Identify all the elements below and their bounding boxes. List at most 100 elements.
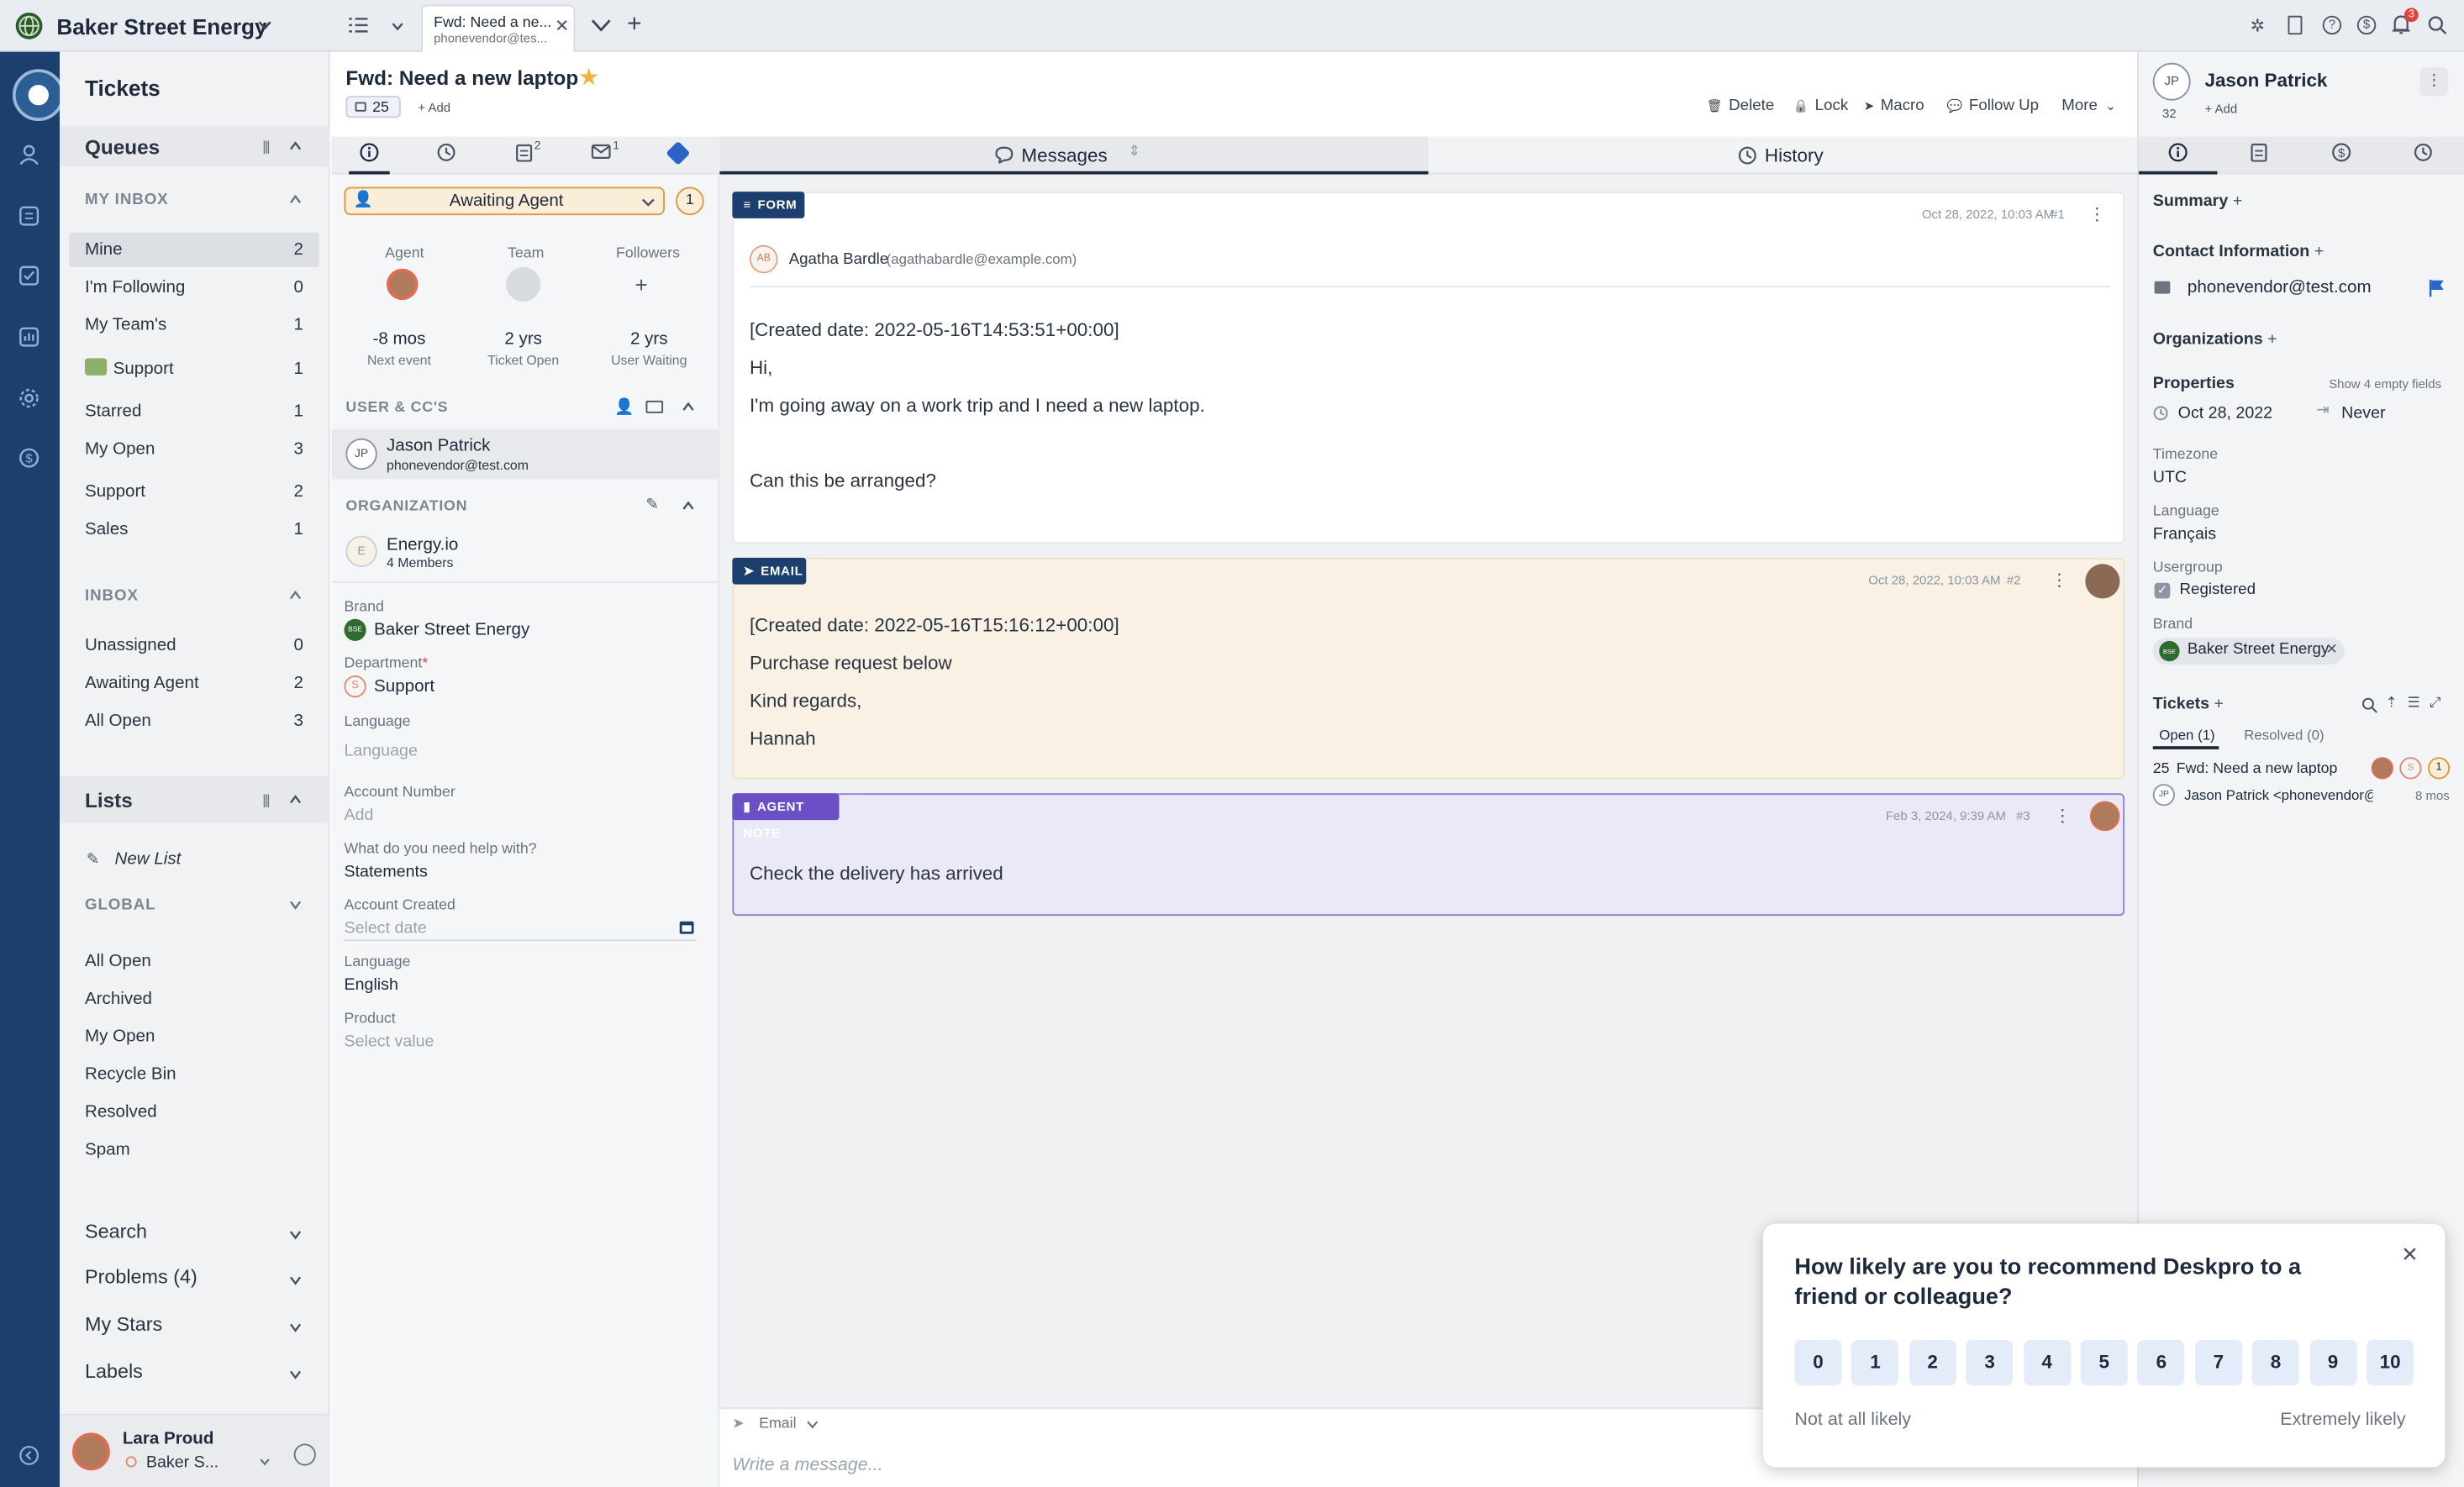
expand-icon[interactable]: ⤢ — [2430, 694, 2440, 712]
mail-icon[interactable] — [591, 143, 611, 160]
account-created-field[interactable]: Select date — [345, 919, 427, 938]
sidebar-item-mine[interactable]: Mine 2 — [69, 233, 319, 267]
message-author[interactable]: Agatha Bardle — [789, 251, 889, 269]
calendar-icon[interactable] — [679, 919, 695, 935]
chevron-up-icon[interactable] — [289, 793, 302, 806]
chevron-down-icon[interactable] — [289, 1274, 302, 1286]
user-nav-icon[interactable] — [18, 144, 39, 166]
action-lock-button[interactable]: 🔒 Lock — [1793, 97, 1849, 115]
nps-score-10-button[interactable]: 10 — [2367, 1340, 2414, 1386]
sidebar-item-resolved[interactable]: Resolved — [69, 1095, 319, 1129]
sidebar-item-awaiting-agent[interactable]: Awaiting Agent 2 — [69, 666, 319, 701]
flag-icon[interactable] — [2428, 278, 2446, 297]
sidebar-section-search[interactable]: Search — [85, 1221, 147, 1243]
messages-tab[interactable]: Messages ⇕ — [719, 136, 1429, 175]
message-input[interactable]: Write a message... — [732, 1456, 882, 1474]
reports-nav-icon[interactable] — [18, 327, 39, 347]
more-options-icon[interactable]: ⋮ — [2088, 204, 2106, 224]
sidebar-section-labels[interactable]: Labels — [85, 1360, 143, 1382]
contact-info-heading[interactable]: Contact Information + — [2153, 242, 2324, 260]
chevron-down-icon[interactable] — [260, 1458, 271, 1466]
billing-nav-icon[interactable]: $ — [18, 448, 39, 468]
sidebar-item-my-open[interactable]: My Open — [69, 1020, 319, 1054]
chat-status-icon[interactable] — [293, 1443, 316, 1466]
sidebar-item-archived[interactable]: Archived — [69, 982, 319, 1017]
nps-score-9-button[interactable]: 9 — [2309, 1340, 2357, 1386]
billing-icon[interactable]: $ — [2356, 15, 2377, 35]
organizations-heading[interactable]: Organizations + — [2153, 330, 2277, 349]
sidebar-item-sales[interactable]: Sales 1 — [69, 512, 319, 547]
tickets-nav-icon[interactable] — [12, 69, 65, 121]
sidebar-item-spam[interactable]: Spam — [69, 1132, 319, 1167]
chevron-up-icon[interactable] — [289, 589, 302, 602]
timezone-value[interactable]: UTC — [2153, 468, 2187, 486]
close-icon[interactable]: ✕ — [2401, 1243, 2418, 1268]
summary-heading[interactable]: Summary + — [2153, 192, 2242, 210]
document-icon[interactable] — [2288, 15, 2303, 35]
sidebar-section-my-stars[interactable]: My Stars — [85, 1313, 162, 1335]
show-empty-fields-link[interactable]: Show 4 empty fields — [2329, 377, 2441, 391]
chevron-up-icon[interactable] — [682, 401, 695, 413]
nps-score-2-button[interactable]: 2 — [1909, 1340, 1956, 1386]
knowledge-nav-icon[interactable] — [18, 206, 39, 226]
add-user-icon[interactable]: 👤 — [614, 399, 634, 417]
chevron-down-icon[interactable] — [806, 1420, 819, 1429]
sidebar-item-support[interactable]: Support 2 — [69, 475, 319, 509]
product-field[interactable]: Select value — [345, 1032, 434, 1051]
brand-switcher[interactable]: Baker Street Energy — [56, 14, 266, 39]
more-options-icon[interactable]: ⋮ — [2419, 67, 2449, 97]
history-icon[interactable] — [437, 143, 455, 161]
add-label-button[interactable]: + Add — [2204, 102, 2237, 117]
help-icon[interactable]: ? — [2322, 15, 2342, 35]
star-icon[interactable]: ★ — [578, 63, 599, 92]
ticket-user-name[interactable]: Jason Patrick — [387, 437, 490, 455]
history-tab[interactable]: History — [1428, 136, 2138, 175]
settings-gear-icon[interactable] — [18, 388, 39, 408]
nps-score-0-button[interactable]: 0 — [1794, 1340, 1842, 1386]
new-list-button[interactable]: New List — [115, 850, 182, 869]
sidebar-item-i-m-following[interactable]: I'm Following 0 — [69, 271, 319, 305]
info-icon[interactable] — [360, 143, 379, 162]
tickets-heading[interactable]: Tickets + — [2153, 694, 2224, 712]
nps-score-3-button[interactable]: 3 — [1966, 1340, 2014, 1386]
nps-score-5-button[interactable]: 5 — [2080, 1340, 2128, 1386]
usergroup-checkbox[interactable]: ✓ — [2154, 582, 2171, 599]
account-number-field[interactable]: Add — [345, 806, 374, 824]
list-view-icon[interactable] — [349, 18, 368, 34]
nps-score-6-button[interactable]: 6 — [2137, 1340, 2185, 1386]
sort-icon[interactable]: ⇡ — [2386, 694, 2398, 712]
info-icon[interactable] — [2168, 143, 2188, 162]
nps-score-7-button[interactable]: 7 — [2194, 1340, 2242, 1386]
reorder-icon[interactable]: ||| — [262, 791, 270, 807]
department-value[interactable]: Support — [374, 677, 434, 696]
add-label-button[interactable]: + Add — [418, 101, 450, 115]
action-delete-button[interactable]: 🗑 Delete — [1707, 97, 1775, 115]
reorder-icon[interactable]: ||| — [262, 139, 270, 155]
chevron-up-icon[interactable] — [289, 139, 302, 152]
collapse-nav-icon[interactable] — [18, 1445, 39, 1465]
sidebar-item-all-open[interactable]: All Open 3 — [69, 704, 319, 738]
chevron-down-icon[interactable] — [392, 22, 404, 31]
chevron-down-icon[interactable] — [258, 20, 272, 31]
sidebar-section-problems-[interactable]: Problems (4) — [85, 1266, 197, 1288]
agent-avatar[interactable] — [386, 268, 419, 301]
more-options-icon[interactable]: ⋮ — [2051, 570, 2068, 591]
chevron-up-icon[interactable] — [682, 500, 695, 512]
remove-brand-icon[interactable]: ✕ — [2325, 641, 2337, 659]
search-icon[interactable] — [2428, 16, 2447, 35]
sparkle-icon[interactable]: ✲ — [2251, 16, 2265, 36]
tasks-nav-icon[interactable] — [18, 265, 39, 286]
reply-type-select[interactable]: Email — [759, 1416, 796, 1433]
cc-card-icon[interactable] — [645, 400, 664, 413]
action-follow-up-button[interactable]: 💬 Follow Up — [1947, 97, 2039, 115]
related-ticket-subject[interactable]: Fwd: Need a new laptop — [2177, 760, 2338, 778]
sidebar-item-all-open[interactable]: All Open — [69, 944, 319, 979]
language2-field[interactable]: English — [345, 975, 398, 994]
status-dropdown[interactable]: 👤 Awaiting Agent — [344, 187, 665, 216]
nps-score-4-button[interactable]: 4 — [2023, 1340, 2071, 1386]
language-field[interactable]: Language — [345, 742, 418, 760]
user-name[interactable]: Jason Patrick — [2204, 69, 2327, 91]
close-tab-icon[interactable]: ✕ — [555, 16, 569, 36]
history-icon[interactable] — [2414, 143, 2432, 161]
list-view-icon[interactable]: ☰ — [2408, 694, 2420, 712]
